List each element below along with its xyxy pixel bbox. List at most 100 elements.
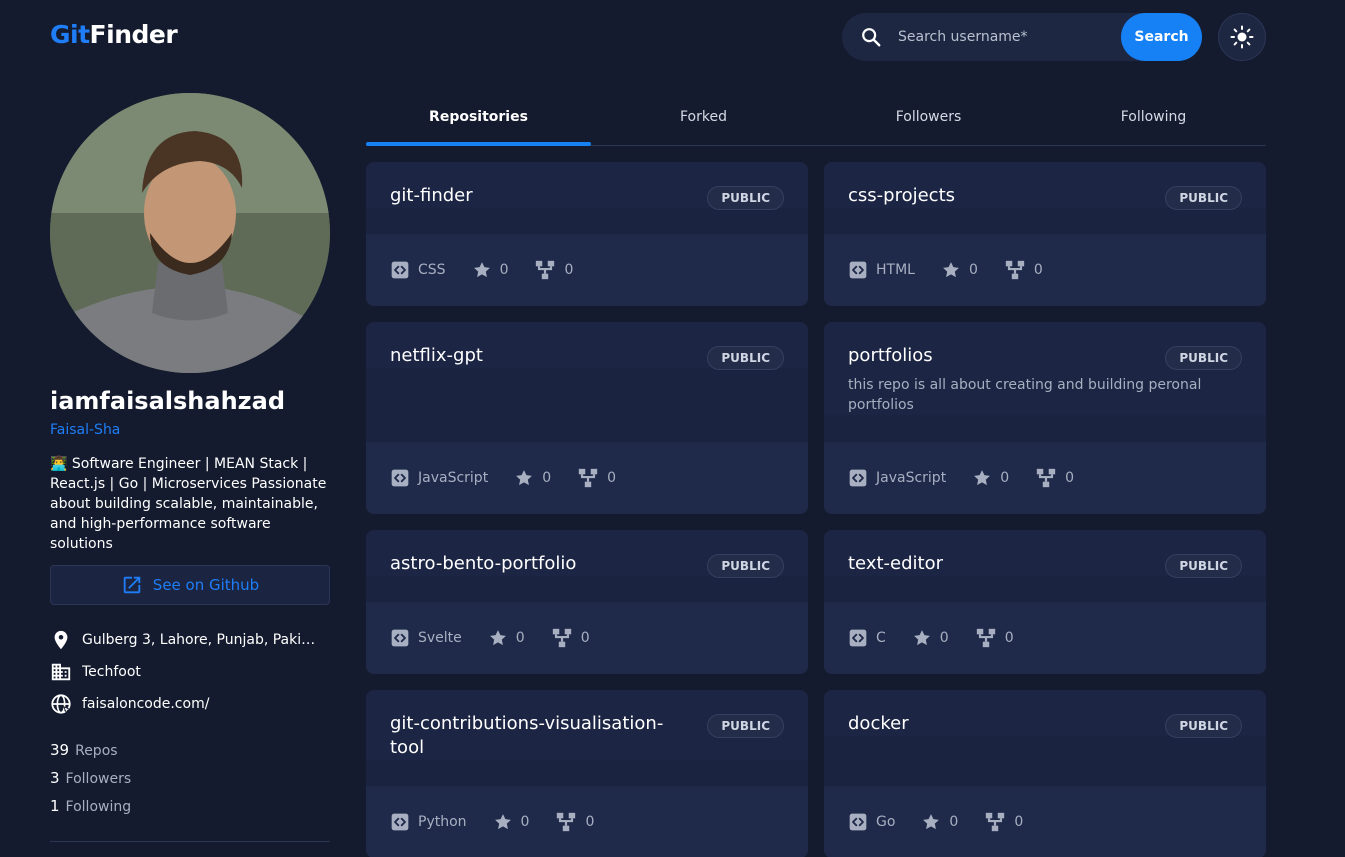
website-row[interactable]: faisaloncode.com/ bbox=[50, 693, 330, 715]
code-icon bbox=[391, 261, 409, 279]
repo-name[interactable]: git-finder bbox=[390, 184, 690, 208]
visibility-badge: PUBLIC bbox=[707, 346, 784, 370]
fork-icon bbox=[1036, 468, 1056, 488]
repo-name[interactable]: netflix-gpt bbox=[390, 344, 690, 368]
repo-name[interactable]: text-editor bbox=[848, 552, 1148, 576]
repo-language-label: JavaScript bbox=[418, 470, 489, 486]
stat-repos: 39 Repos bbox=[50, 741, 118, 759]
repo-forks: 0 bbox=[1035, 467, 1074, 489]
external-link-icon bbox=[123, 576, 141, 594]
repo-forks: 0 bbox=[551, 627, 590, 649]
repo-forks-count: 0 bbox=[564, 262, 574, 278]
repo-card-header: git-contributions-visualisation-tool PUBL… bbox=[366, 690, 808, 760]
visibility-badge: PUBLIC bbox=[707, 186, 784, 210]
repo-card-footer: C 0 0 bbox=[824, 602, 1266, 674]
avatar bbox=[50, 93, 330, 373]
repo-language: C bbox=[848, 628, 886, 648]
stat-following-value: 1 bbox=[50, 797, 60, 815]
location-pin-icon bbox=[54, 630, 68, 650]
fork-icon bbox=[536, 260, 555, 280]
theme-toggle-button[interactable] bbox=[1218, 13, 1266, 61]
repo-forks-count: 0 bbox=[580, 630, 590, 646]
repo-forks: 0 bbox=[555, 811, 594, 833]
search-button[interactable]: Search bbox=[1121, 13, 1202, 61]
tab-forked[interactable]: Forked bbox=[591, 93, 816, 145]
fork-icon bbox=[1005, 260, 1025, 280]
repo-card[interactable]: text-editor PUBLIC C 0 0 bbox=[824, 530, 1266, 674]
repo-card[interactable]: git-finder PUBLIC CSS 0 0 bbox=[366, 162, 808, 306]
repo-forks: 0 bbox=[534, 259, 573, 281]
visibility-badge: PUBLIC bbox=[707, 554, 784, 578]
code-icon bbox=[849, 813, 867, 831]
repo-language-label: JavaScript bbox=[876, 470, 947, 486]
repo-stars: 0 bbox=[941, 260, 978, 280]
repo-language-label: Svelte bbox=[418, 630, 462, 646]
stat-repos-value: 39 bbox=[50, 741, 70, 759]
repo-name[interactable]: docker bbox=[848, 712, 1148, 736]
building-icon bbox=[51, 663, 71, 681]
tab-repositories[interactable]: Repositories bbox=[366, 93, 591, 146]
repo-card[interactable]: git-contributions-visualisation-tool PUBL… bbox=[366, 690, 808, 857]
code-icon bbox=[849, 629, 867, 647]
repo-name[interactable]: git-contributions-visualisation-tool bbox=[390, 712, 690, 760]
star-icon bbox=[943, 262, 959, 278]
repo-stars-count: 0 bbox=[968, 262, 978, 278]
repo-card[interactable]: docker PUBLIC Go 0 0 bbox=[824, 690, 1266, 857]
search-icon bbox=[862, 28, 881, 47]
visibility-badge: PUBLIC bbox=[1165, 346, 1242, 370]
repo-language: JavaScript bbox=[848, 468, 946, 488]
visibility-badge: PUBLIC bbox=[707, 714, 784, 738]
app-logo[interactable]: GitFinder bbox=[50, 20, 178, 49]
repo-card[interactable]: astro-bento-portfolio PUBLIC Svelte 0 0 bbox=[366, 530, 808, 674]
page: GitFinder Search username* Search iamfai… bbox=[0, 0, 1345, 857]
code-icon bbox=[391, 629, 409, 647]
company-row: Techfoot bbox=[50, 661, 330, 683]
repo-card-footer: Go 0 0 bbox=[824, 786, 1266, 857]
code-icon bbox=[849, 261, 867, 279]
tab-followers[interactable]: Followers bbox=[816, 93, 1041, 145]
repo-card-header: git-finder PUBLIC bbox=[366, 162, 808, 210]
repo-language-label: Python bbox=[418, 814, 467, 830]
repo-card-footer: Svelte 0 0 bbox=[366, 602, 808, 674]
repo-card[interactable]: portfolios this repo is all about creatin… bbox=[824, 322, 1266, 514]
repo-stars-count: 0 bbox=[499, 262, 509, 278]
repo-card-header: docker PUBLIC bbox=[824, 690, 1266, 738]
repo-stars-count: 0 bbox=[542, 470, 552, 486]
sun-icon bbox=[1230, 25, 1254, 49]
stat-following: 1 Following bbox=[50, 797, 131, 815]
repo-card[interactable]: css-projects PUBLIC HTML 0 0 bbox=[824, 162, 1266, 306]
repo-forks: 0 bbox=[975, 627, 1014, 649]
repo-card-header: portfolios this repo is all about creatin… bbox=[824, 322, 1266, 415]
repo-stars-count: 0 bbox=[520, 814, 530, 830]
star-icon bbox=[913, 630, 930, 646]
profile-login-link[interactable]: Faisal-Sha bbox=[50, 422, 120, 438]
repo-forks: 0 bbox=[577, 467, 616, 489]
see-on-github-button[interactable]: See on Github bbox=[50, 565, 330, 605]
repo-forks: 0 bbox=[1004, 259, 1043, 281]
search-bar: Search bbox=[842, 13, 1202, 61]
repo-name[interactable]: astro-bento-portfolio bbox=[390, 552, 690, 576]
website-link[interactable]: faisaloncode.com/ bbox=[82, 696, 322, 712]
repo-card-header: css-projects PUBLIC bbox=[824, 162, 1266, 210]
repo-language-label: HTML bbox=[876, 262, 915, 278]
repo-language: Svelte bbox=[390, 628, 462, 648]
repo-language: HTML bbox=[848, 260, 915, 280]
stat-following-label: Following bbox=[65, 799, 132, 815]
repo-card[interactable]: netflix-gpt PUBLIC JavaScript 0 0 bbox=[366, 322, 808, 514]
location-text: Gulberg 3, Lahore, Punjab, Pakist… bbox=[82, 632, 322, 648]
repo-language-label: Go bbox=[876, 814, 896, 830]
repo-stars-count: 0 bbox=[1000, 470, 1010, 486]
repo-stars-count: 0 bbox=[515, 630, 525, 646]
repo-name[interactable]: css-projects bbox=[848, 184, 1148, 208]
globe-icon bbox=[51, 694, 72, 715]
repo-language: Go bbox=[848, 812, 895, 832]
repo-forks-count: 0 bbox=[1004, 630, 1014, 646]
search-input[interactable] bbox=[898, 13, 1118, 61]
tab-following[interactable]: Following bbox=[1041, 93, 1266, 145]
repo-forks-count: 0 bbox=[1014, 814, 1024, 830]
repo-name[interactable]: portfolios bbox=[848, 344, 1148, 368]
repo-forks-count: 0 bbox=[1033, 262, 1043, 278]
logo-finder: Finder bbox=[89, 20, 178, 49]
repo-language: Python bbox=[390, 812, 467, 832]
repo-forks-count: 0 bbox=[1065, 470, 1075, 486]
